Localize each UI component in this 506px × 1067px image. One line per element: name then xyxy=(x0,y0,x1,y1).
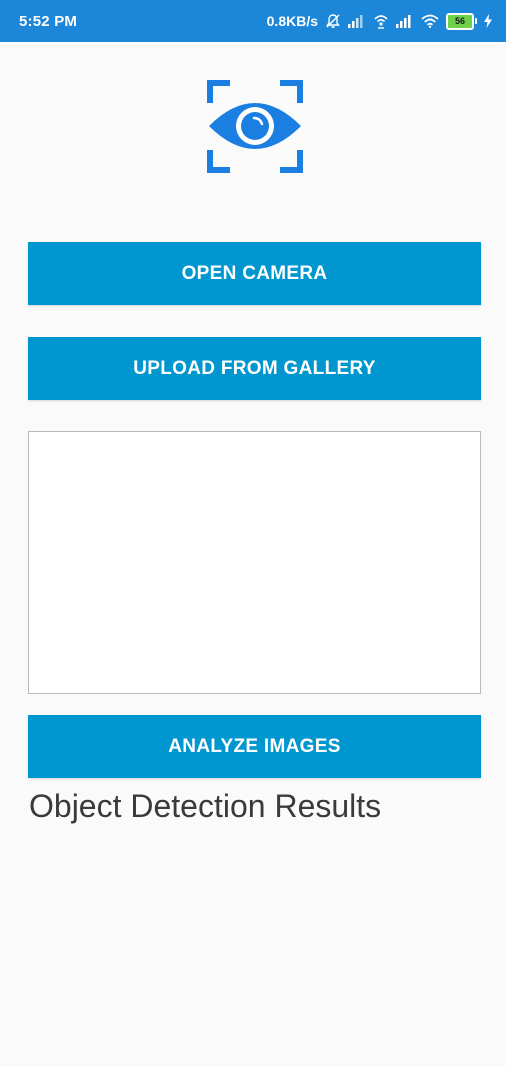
muted-bell-icon xyxy=(325,13,341,29)
results-title: Object Detection Results xyxy=(29,788,382,824)
upload-from-gallery-button[interactable]: UPLOAD FROM GALLERY xyxy=(28,337,481,400)
signal-icon xyxy=(348,14,366,28)
image-preview xyxy=(28,431,481,694)
signal-icon xyxy=(396,14,414,28)
wifi-icon xyxy=(421,14,439,28)
charging-icon xyxy=(484,14,492,28)
status-icons: 0.8KB/s 56 xyxy=(266,12,492,30)
eye-scan-icon xyxy=(207,80,303,173)
battery-icon: 56 xyxy=(446,12,477,30)
battery-level: 56 xyxy=(446,12,474,30)
network-speed: 0.8KB/s xyxy=(266,13,318,29)
status-bar: 5:52 PM 0.8KB/s 56 xyxy=(0,0,506,42)
analyze-images-button[interactable]: ANALYZE IMAGES xyxy=(28,715,481,778)
status-time: 5:52 PM xyxy=(19,12,78,30)
open-camera-button[interactable]: OPEN CAMERA xyxy=(28,242,481,305)
wifi-hotspot-icon xyxy=(373,13,389,29)
